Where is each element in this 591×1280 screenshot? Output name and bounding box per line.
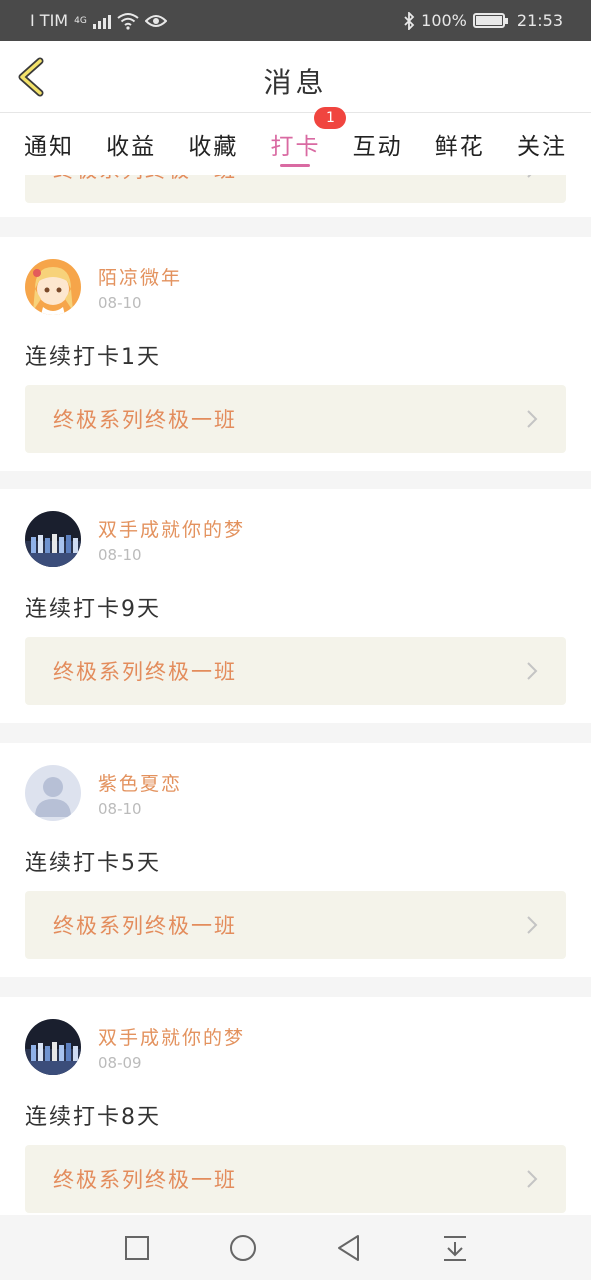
- username[interactable]: 双手成就你的梦: [98, 1023, 245, 1050]
- avatar[interactable]: [25, 765, 81, 821]
- tab-label: 打卡: [270, 134, 321, 160]
- avatar[interactable]: [25, 259, 81, 315]
- username[interactable]: 紫色夏恋: [98, 769, 182, 796]
- class-link-label: 终极系列终极一班: [53, 1168, 237, 1192]
- list-item: 双手成就你的梦 08-09 连续打卡8天 终极系列终极一班: [0, 997, 591, 1215]
- wifi-icon: [117, 12, 139, 30]
- checkin-text: 连续打卡5天: [25, 851, 161, 876]
- tab-label: 收益: [106, 134, 157, 160]
- tab-checkin[interactable]: 打卡 1: [270, 107, 347, 175]
- system-nav-bar: [0, 1215, 591, 1280]
- tab-label: 鲜花: [434, 134, 485, 160]
- checkin-text: 连续打卡8天: [25, 1105, 161, 1130]
- class-link[interactable]: 终极系列终极一班: [25, 891, 566, 959]
- tab-label: 关注: [516, 134, 567, 160]
- tab-label: 通知: [24, 134, 74, 160]
- list-item: 终极系列终极一班: [0, 175, 591, 217]
- checkin-text: 连续打卡1天: [25, 345, 161, 370]
- status-bar: I TIM 4G 100% 21:53: [0, 0, 591, 41]
- carrier-label: I TIM: [30, 11, 69, 30]
- chevron-right-icon: [527, 916, 538, 934]
- pull-down-icon: [443, 1235, 466, 1261]
- class-link-label: 终极系列终极一班: [53, 660, 237, 684]
- tab-notifications[interactable]: 通知: [24, 113, 74, 175]
- signal-icon: [92, 13, 111, 29]
- chevron-right-icon: [527, 662, 538, 680]
- username[interactable]: 双手成就你的梦: [98, 515, 245, 542]
- page-title: 消息: [263, 66, 328, 99]
- home-button[interactable]: [229, 1234, 257, 1262]
- class-link[interactable]: 终极系列终极一班: [25, 1145, 566, 1213]
- clock: 21:53: [516, 11, 563, 30]
- class-link-label: 终极系列终极一班: [53, 914, 237, 938]
- class-link-label: 终极系列终极一班: [53, 175, 237, 184]
- network-label: 4G: [74, 15, 87, 26]
- list-item: 双手成就你的梦 08-10 连续打卡9天 终极系列终极一班: [0, 489, 591, 723]
- system-back-button[interactable]: [335, 1234, 363, 1262]
- post-date: 08-10: [98, 800, 142, 818]
- avatar[interactable]: [25, 1019, 81, 1075]
- tab-label: 互动: [352, 134, 403, 160]
- header: 消息: [0, 41, 591, 113]
- notification-pull-button[interactable]: [441, 1234, 469, 1262]
- square-icon: [124, 1235, 149, 1260]
- status-right: 100% 21:53: [403, 11, 563, 30]
- class-link[interactable]: 终极系列终极一班: [25, 637, 566, 705]
- tab-interactions[interactable]: 互动: [353, 113, 403, 175]
- unread-badge: 1: [314, 107, 347, 129]
- bluetooth-icon: [404, 11, 415, 30]
- chevron-right-icon: [527, 175, 532, 178]
- chevron-right-icon: [527, 410, 538, 428]
- tab-label: 收藏: [188, 134, 239, 160]
- tab-flowers[interactable]: 鲜花: [435, 113, 485, 175]
- group-photo-avatar-icon: [25, 511, 81, 567]
- class-link[interactable]: 终极系列终极一班: [25, 175, 566, 203]
- post-date: 08-10: [98, 294, 142, 312]
- list-item: 紫色夏恋 08-10 连续打卡5天 终极系列终极一班: [0, 743, 591, 977]
- recent-apps-button[interactable]: [123, 1234, 151, 1262]
- eye-icon: [144, 14, 167, 27]
- username[interactable]: 陌凉微年: [98, 263, 182, 290]
- circle-icon: [229, 1234, 256, 1261]
- class-link[interactable]: 终极系列终极一班: [25, 385, 566, 453]
- avatar[interactable]: [25, 511, 81, 567]
- class-link-label: 终极系列终极一班: [53, 408, 237, 432]
- group-photo-avatar-icon: [25, 1019, 81, 1075]
- tab-favorites[interactable]: 收藏: [188, 113, 238, 175]
- triangle-back-icon: [337, 1234, 359, 1261]
- tab-bar: 通知 收益 收藏 打卡 1 互动 鲜花 关注: [0, 107, 591, 175]
- tab-follows[interactable]: 关注: [517, 113, 567, 175]
- battery-icon: [472, 13, 508, 28]
- chevron-right-icon: [527, 1170, 538, 1188]
- status-left: I TIM 4G: [30, 11, 167, 30]
- battery-percent: 100%: [421, 11, 467, 30]
- tab-earnings[interactable]: 收益: [106, 113, 156, 175]
- post-date: 08-10: [98, 546, 142, 564]
- checkin-list: 终极系列终极一班 陌凉微年 08-10 连续打卡1天 终极系列终极一班: [0, 175, 591, 1215]
- list-item: 陌凉微年 08-10 连续打卡1天 终极系列终极一班: [0, 237, 591, 471]
- default-avatar-icon: [25, 765, 81, 821]
- anime-girl-avatar-icon: [25, 259, 81, 315]
- checkin-text: 连续打卡9天: [25, 597, 161, 622]
- post-date: 08-09: [98, 1054, 142, 1072]
